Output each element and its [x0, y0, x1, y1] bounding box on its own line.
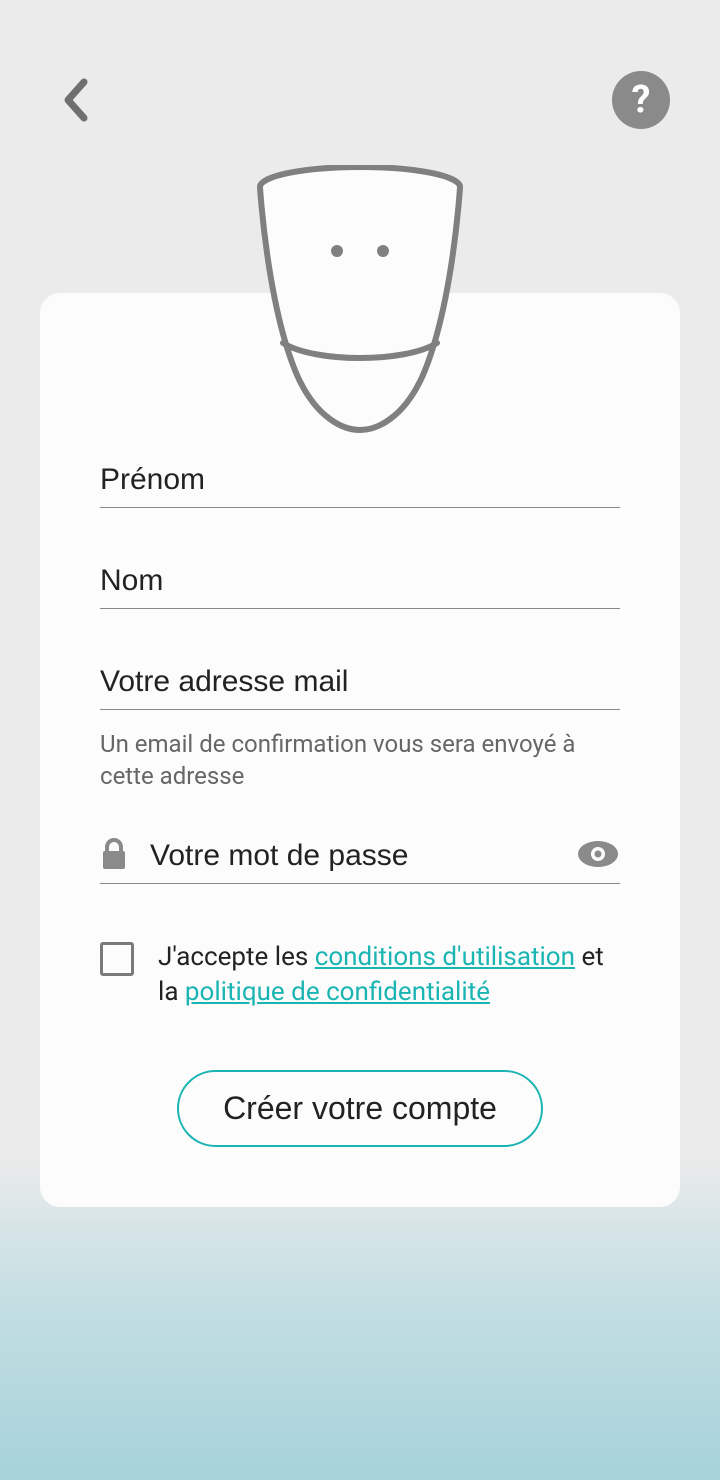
- eye-icon: [576, 839, 620, 869]
- consent-row: J'accepte les conditions d'utilisation e…: [100, 940, 620, 1010]
- privacy-link[interactable]: politique de confidentialité: [185, 977, 490, 1007]
- password-input[interactable]: [150, 839, 564, 873]
- mascot-illustration: [255, 165, 465, 439]
- question-mark-icon: ?: [632, 81, 651, 119]
- terms-link[interactable]: conditions d'utilisation: [315, 942, 575, 972]
- email-input[interactable]: [100, 655, 620, 710]
- toggle-password-visibility[interactable]: [564, 835, 620, 877]
- create-account-button[interactable]: Créer votre compte: [177, 1070, 543, 1147]
- lastname-input[interactable]: [100, 554, 620, 609]
- consent-text: J'accepte les conditions d'utilisation e…: [158, 940, 620, 1010]
- cta-container: Créer votre compte: [100, 1070, 620, 1147]
- chevron-left-icon: [60, 78, 90, 122]
- back-button[interactable]: [50, 75, 100, 125]
- consent-checkbox[interactable]: [100, 942, 134, 976]
- password-field-row: [100, 829, 620, 884]
- help-button[interactable]: ?: [612, 71, 670, 129]
- firstname-input[interactable]: [100, 453, 620, 508]
- consent-prefix: J'accepte les: [158, 942, 315, 972]
- top-bar: ?: [0, 70, 720, 130]
- email-helper-text: Un email de confirmation vous sera envoy…: [100, 728, 620, 793]
- lock-icon: [100, 837, 128, 875]
